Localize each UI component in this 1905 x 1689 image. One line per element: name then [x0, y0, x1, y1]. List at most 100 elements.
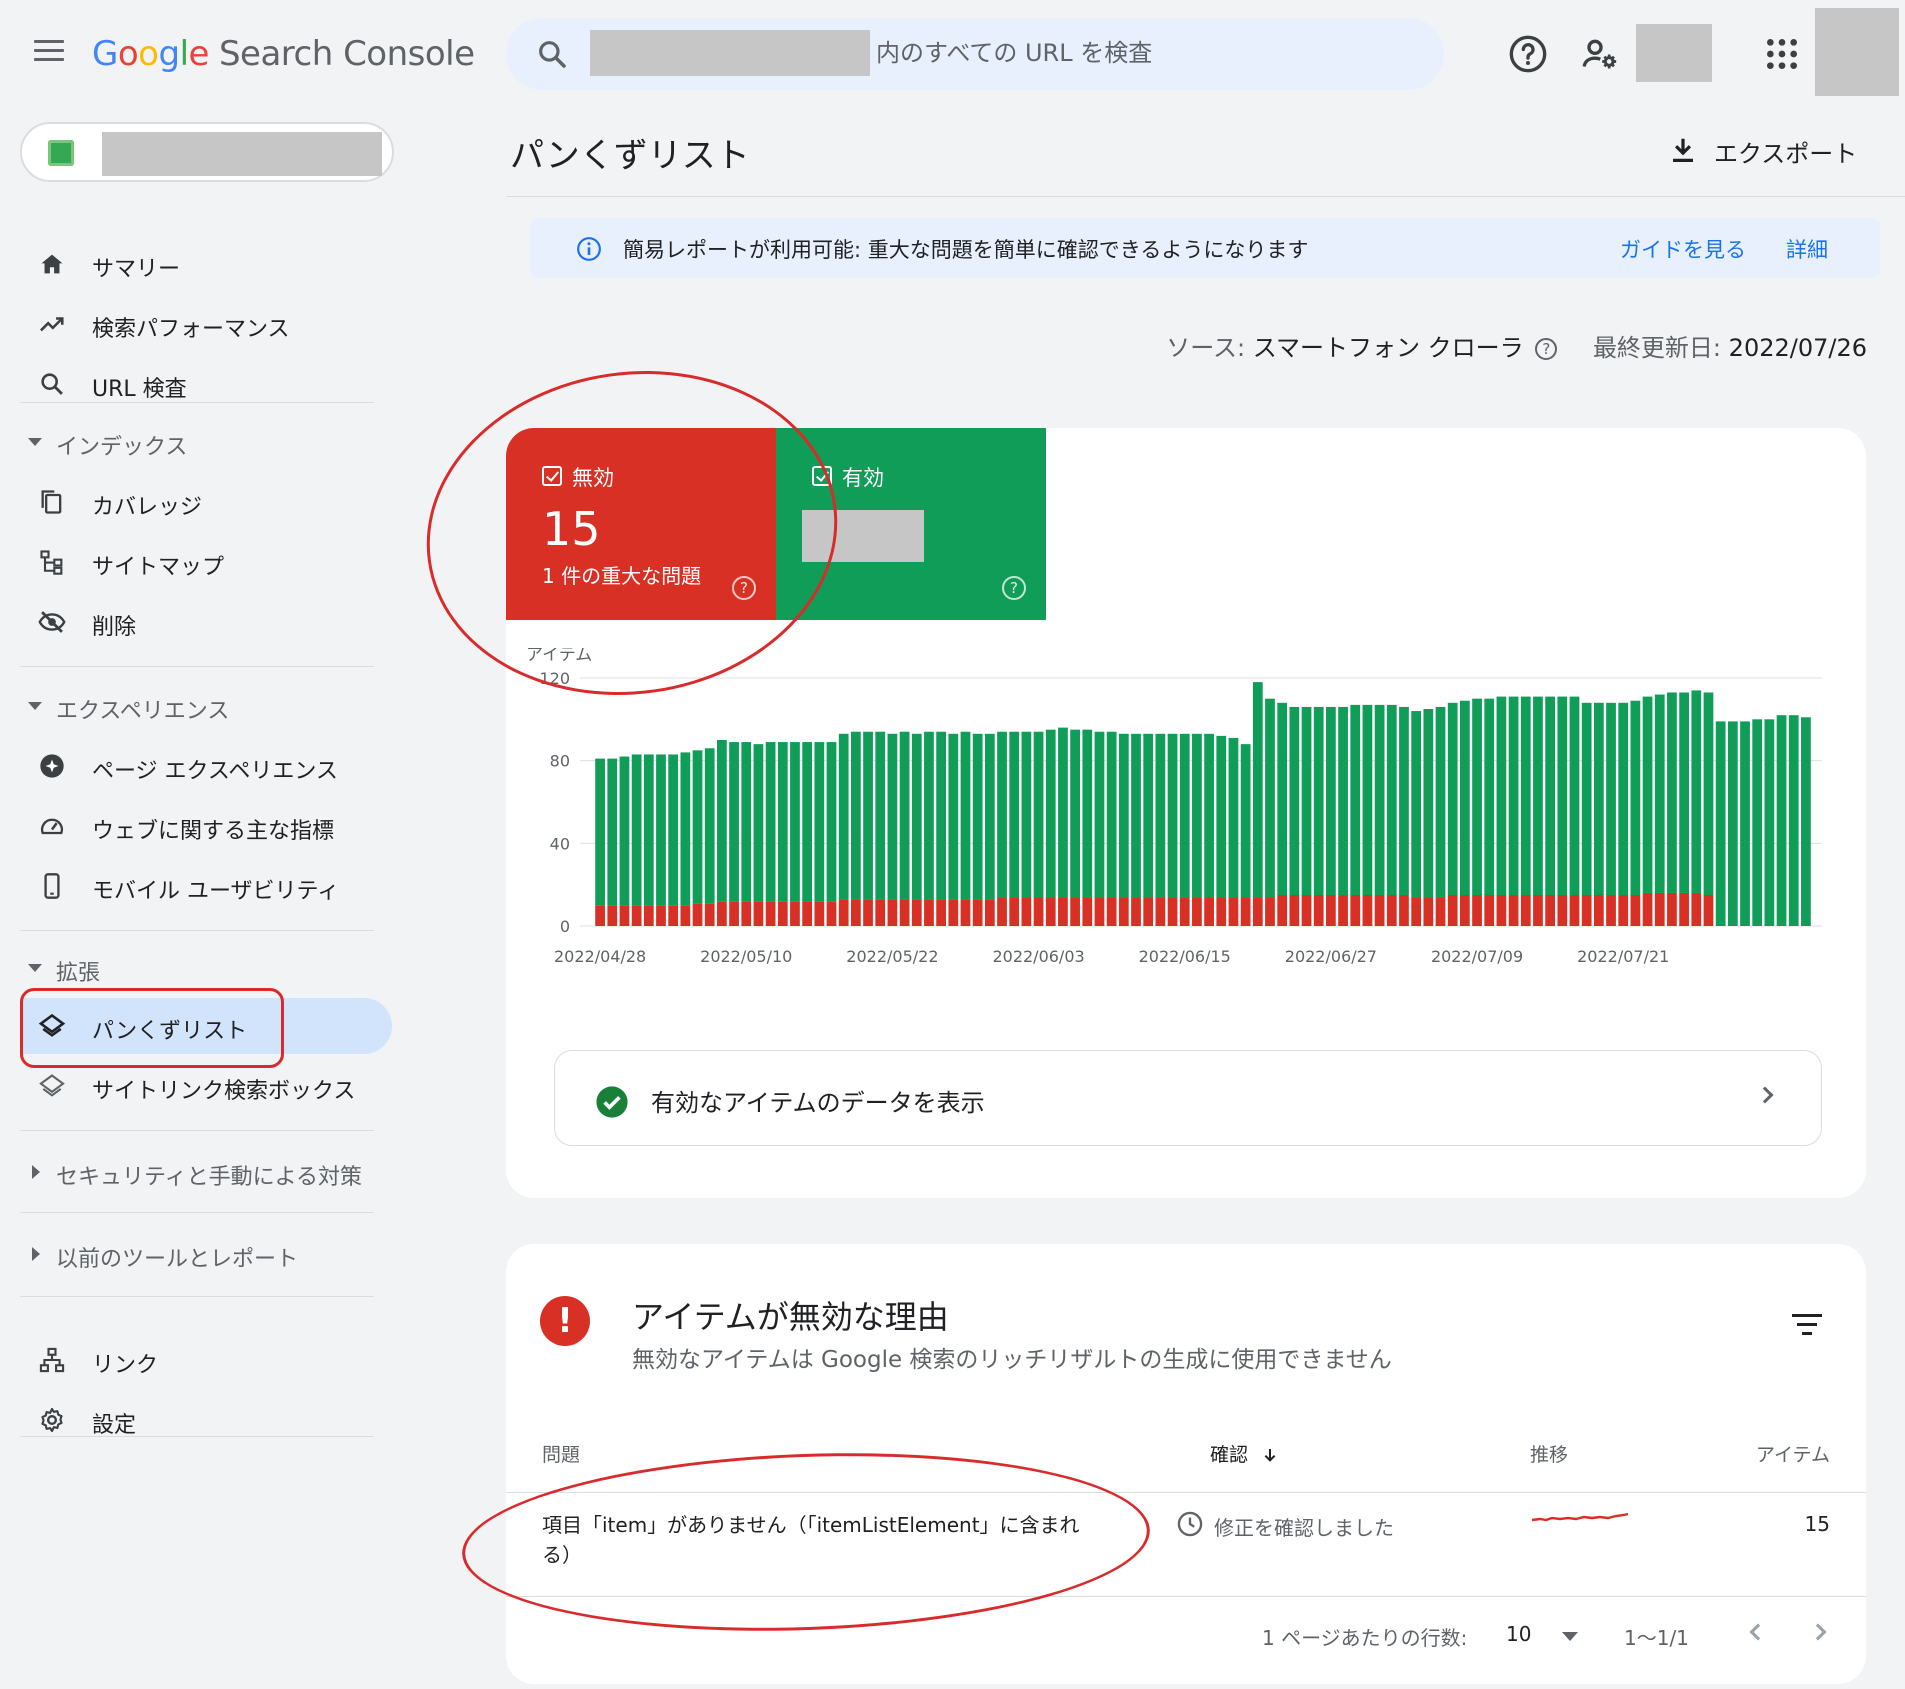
redacted-account-button[interactable]: [1815, 8, 1899, 96]
bar-valid: [1301, 706, 1312, 895]
sidebar-item-links[interactable]: リンク: [20, 1332, 392, 1388]
bar-invalid: [1545, 895, 1556, 926]
apps-grid-icon[interactable]: [1762, 34, 1802, 74]
table-divider: [506, 1596, 1866, 1597]
invalid-items-tile[interactable]: 無効 15 1 件の重大な問題 ?: [506, 428, 776, 620]
bar-valid: [1533, 696, 1543, 895]
section-index-toggle[interactable]: インデックス: [20, 420, 380, 466]
check-circle-icon: [596, 1086, 628, 1118]
table-row[interactable]: 項目「item」がありません（「itemListElement」に含まれる） 修…: [506, 1492, 1866, 1596]
property-selector[interactable]: [20, 122, 394, 182]
main-menu-button[interactable]: [34, 40, 64, 64]
source-info: ソース: スマートフォン クローラ ? 最終更新日: 2022/07/26: [1166, 334, 1867, 362]
invalid-count: 15: [542, 502, 601, 556]
bar-valid: [1228, 737, 1239, 898]
column-header-issue: 問題: [542, 1444, 581, 1466]
bar-invalid: [1411, 897, 1422, 926]
bar-valid: [1289, 706, 1300, 895]
bar-invalid: [1313, 895, 1324, 926]
bar-invalid: [643, 905, 654, 926]
bar-valid: [887, 733, 898, 900]
sidebar-item-sitelinks-searchbox[interactable]: サイトリンク検索ボックス: [20, 1058, 392, 1114]
sidebar-item-settings[interactable]: 設定: [20, 1392, 392, 1448]
column-header-validation[interactable]: 確認: [1210, 1440, 1278, 1467]
bar-invalid: [1131, 897, 1141, 926]
bar-valid: [777, 742, 788, 902]
bar-invalid: [741, 901, 752, 926]
checkbox-checked-icon[interactable]: [812, 466, 832, 486]
bar-invalid: [1289, 895, 1300, 926]
error-icon: !: [540, 1296, 590, 1346]
bar-invalid: [631, 905, 642, 926]
sidebar-item-mobile-usability[interactable]: モバイル ユーザビリティ: [20, 858, 392, 914]
bar-invalid: [1326, 895, 1336, 926]
previous-page-icon[interactable]: [1749, 1623, 1767, 1641]
sidebar-item-removals[interactable]: 削除: [20, 594, 392, 650]
bar-valid: [826, 742, 837, 902]
bar-valid: [1727, 721, 1738, 926]
bar-invalid: [1265, 897, 1275, 926]
bar-invalid: [838, 899, 849, 926]
copy-icon: [41, 490, 62, 514]
sidebar-item-sitemaps[interactable]: サイトマップ: [20, 534, 392, 590]
bar-valid: [1338, 706, 1348, 895]
section-experience-toggle[interactable]: エクスペリエンス: [20, 684, 380, 730]
sidebar-item-performance[interactable]: 検索パフォーマンス: [20, 296, 392, 352]
bar-valid: [595, 758, 605, 906]
section-security-toggle[interactable]: セキュリティと手動による対策: [20, 1150, 380, 1196]
next-page-icon[interactable]: [1809, 1623, 1827, 1641]
sidebar-item-breadcrumbs[interactable]: パンくずリスト: [20, 998, 392, 1054]
bar-valid: [1070, 729, 1080, 898]
sidebar-item-coverage[interactable]: カバレッジ: [20, 474, 392, 530]
url-inspection-input[interactable]: [876, 30, 1416, 76]
bar-invalid: [1459, 895, 1470, 926]
help-icon[interactable]: ?: [732, 576, 756, 600]
x-tick-label: 2022/06/15: [1139, 947, 1231, 966]
bar-invalid: [1192, 897, 1202, 926]
bar-valid: [899, 731, 910, 900]
bar-valid: [1094, 731, 1105, 898]
layers-outline-icon: [39, 1074, 65, 1097]
bar-valid: [948, 733, 959, 900]
help-icon[interactable]: ?: [1535, 338, 1558, 360]
section-legacy-toggle[interactable]: 以前のツールとレポート: [20, 1232, 380, 1278]
view-valid-items-link[interactable]: 有効なアイテムのデータを表示: [554, 1050, 1822, 1146]
bar-invalid: [1606, 895, 1616, 926]
valid-items-tile[interactable]: 有効 ?: [776, 428, 1046, 620]
search-console-logo[interactable]: Google Search Console: [92, 34, 475, 74]
bar-valid: [656, 754, 666, 906]
help-icon[interactable]: ?: [1002, 576, 1026, 600]
bar-valid: [717, 740, 727, 902]
bar-invalid: [1155, 897, 1166, 926]
bar-invalid: [1484, 895, 1495, 926]
bar-valid: [972, 733, 983, 900]
bar-invalid: [1167, 897, 1178, 926]
reasons-subtitle: 無効なアイテムは Google 検索のリッチリザルトの生成に使用できません: [632, 1347, 1392, 1373]
product-name: Search Console: [218, 34, 475, 74]
bar-valid: [680, 752, 691, 906]
bar-valid: [1277, 702, 1288, 895]
user-settings-icon[interactable]: [1580, 34, 1620, 74]
rows-per-page-select[interactable]: 10: [1502, 1618, 1592, 1654]
help-icon[interactable]: [1508, 34, 1548, 74]
sidebar-item-url-inspection[interactable]: URL 検査: [20, 356, 392, 412]
sidebar-item-page-experience[interactable]: ページ エクスペリエンス: [20, 738, 392, 794]
sort-down-icon: [1264, 1449, 1276, 1462]
filter-icon[interactable]: [1792, 1314, 1822, 1336]
bar-invalid: [1472, 895, 1482, 926]
guide-link[interactable]: ガイドを見る: [1620, 234, 1746, 264]
checkbox-checked-icon[interactable]: [542, 466, 562, 486]
bar-invalid: [729, 901, 739, 926]
details-link[interactable]: 詳細: [1786, 234, 1828, 264]
url-inspection-search[interactable]: [506, 18, 1444, 90]
bar-invalid: [899, 899, 910, 926]
bar-valid: [802, 742, 813, 902]
section-enhancements-toggle[interactable]: 拡張: [20, 946, 380, 992]
bar-valid: [1715, 721, 1726, 926]
bar-invalid: [1277, 895, 1288, 926]
bar-invalid: [619, 905, 630, 926]
sidebar-item-core-web-vitals[interactable]: ウェブに関する主な指標: [20, 798, 392, 854]
bar-valid: [1606, 702, 1616, 895]
sidebar-item-summary[interactable]: サマリー: [20, 236, 392, 292]
search-icon[interactable]: [536, 38, 568, 70]
